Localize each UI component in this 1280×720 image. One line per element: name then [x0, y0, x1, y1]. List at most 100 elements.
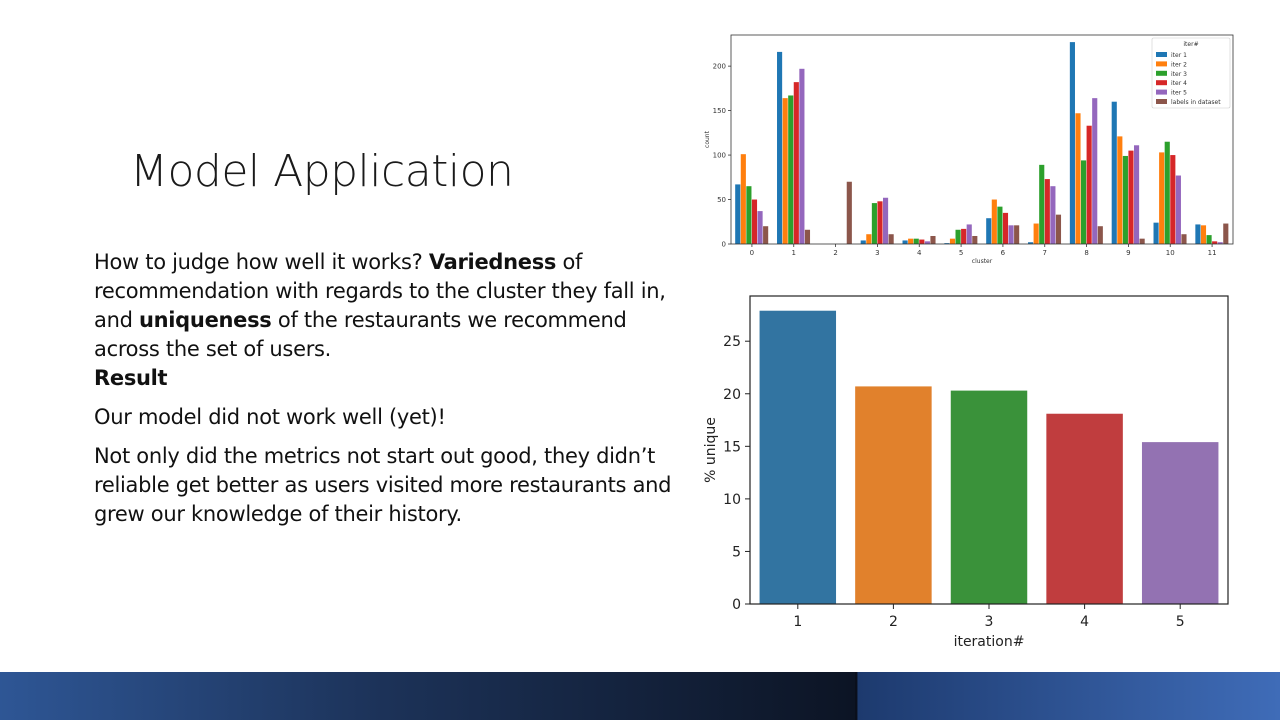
y-tick-label: 0 [722, 241, 726, 249]
bar-labels-in-dataset-cluster-10 [1181, 234, 1187, 244]
x-tick-label: 1 [793, 614, 802, 630]
bar-iter-4-cluster-7 [1044, 179, 1050, 244]
bar-iter-1-cluster-1 [777, 51, 783, 244]
bar-iteration-3 [950, 390, 1028, 604]
slide-title: Model Application [130, 146, 514, 197]
bar-iter-5-cluster-3 [882, 197, 889, 244]
bar-labels-in-dataset-cluster-2 [846, 181, 852, 244]
bar-iter-3-cluster-7 [1039, 164, 1045, 244]
body-text: How to judge how well it works? Variedne… [94, 248, 694, 529]
bar-iter-1-cluster-10 [1153, 222, 1159, 244]
bar-iter-1-cluster-11 [1195, 224, 1201, 244]
x-tick-label: 4 [1080, 614, 1089, 630]
x-tick-label: 10 [1166, 249, 1175, 257]
bar-iter-3-cluster-1 [788, 95, 794, 244]
bar-iter-5-cluster-6 [1008, 225, 1014, 244]
bar-iter-1-cluster-6 [986, 218, 992, 244]
bar-iter-5-cluster-5 [966, 224, 972, 244]
bar-iter-3-cluster-10 [1164, 141, 1170, 244]
y-tick-label: 20 [723, 387, 741, 403]
bar-iter-5-cluster-4 [924, 241, 930, 244]
x-tick-label: 8 [1084, 249, 1088, 257]
bar-iter-3-cluster-4 [913, 238, 919, 244]
legend-label: iter 1 [1171, 52, 1187, 59]
bar-iter-4-cluster-11 [1212, 241, 1218, 244]
bar-iter-4-cluster-5 [961, 228, 967, 244]
bar-iter-2-cluster-0 [740, 154, 746, 244]
legend-swatch [1156, 52, 1167, 57]
bar-iter-2-cluster-4 [908, 238, 914, 244]
bar-labels-in-dataset-cluster-0 [763, 226, 769, 244]
bar-labels-in-dataset-cluster-6 [1014, 225, 1020, 244]
bar-iter-3-cluster-3 [871, 203, 877, 244]
bar-iter-5-cluster-9 [1133, 145, 1140, 244]
y-axis-label: count [704, 130, 711, 148]
bar-iteration-5 [1141, 442, 1219, 604]
x-tick-label: 4 [917, 249, 922, 257]
bar-iter-5-cluster-0 [757, 211, 763, 244]
bar-iter-5-cluster-7 [1050, 186, 1056, 244]
bar-labels-in-dataset-cluster-9 [1139, 238, 1145, 244]
bar-iter-1-cluster-0 [735, 184, 741, 244]
bar-iter-4-cluster-1 [793, 82, 799, 244]
result-heading: Result [94, 364, 694, 393]
bar-labels-in-dataset-cluster-4 [930, 235, 936, 244]
bar-iteration-2 [855, 386, 932, 604]
bar-labels-in-dataset-cluster-8 [1097, 226, 1103, 244]
bar-iter-4-cluster-6 [1002, 212, 1009, 244]
legend-swatch [1156, 61, 1167, 67]
legend-label: iter 5 [1171, 90, 1187, 97]
footer-band [0, 672, 1280, 720]
bar-iter-4-cluster-0 [751, 199, 758, 244]
y-tick-label: 25 [723, 334, 741, 350]
bar-iter-3-cluster-0 [746, 186, 752, 244]
legend-swatch [1156, 89, 1167, 95]
x-tick-label: 5 [959, 249, 963, 257]
legend-label: iter 3 [1171, 71, 1187, 78]
bar-iter-4-cluster-9 [1128, 150, 1134, 244]
bar-iteration-4 [1046, 413, 1123, 604]
bar-iter-4-cluster-3 [877, 201, 883, 244]
bar-iter-2-cluster-3 [866, 234, 872, 244]
legend-label: labels in dataset [1171, 99, 1221, 106]
y-tick-label: 50 [717, 196, 726, 204]
x-tick-label: 2 [833, 249, 837, 257]
legend-swatch [1156, 80, 1167, 86]
paragraph-explanation: Not only did the metrics not start out g… [94, 444, 672, 526]
bar-iter-3-cluster-11 [1206, 235, 1212, 244]
x-tick-label: 6 [1001, 249, 1006, 257]
bar-labels-in-dataset-cluster-11 [1223, 223, 1229, 244]
cluster-count-chart: 0 1 2 3 4 5 6 7 8 9 10 11 0 50 100 150 200 cluster count it… [704, 34, 1234, 265]
legend-label: iter 2 [1171, 61, 1187, 68]
x-tick-label: 1 [792, 249, 796, 257]
y-tick-label: 0 [732, 597, 741, 613]
paragraph-metrics: How to judge how well it works? Variedne… [94, 248, 694, 364]
bar-iteration-1 [759, 310, 837, 604]
uniqueness-term: uniqueness [138, 308, 272, 332]
legend-swatch [1156, 70, 1167, 76]
legend-swatch [1156, 99, 1167, 104]
footer-divider [855, 672, 857, 720]
bar-iter-5-cluster-8 [1092, 98, 1098, 244]
bar-iter-4-cluster-10 [1170, 155, 1176, 244]
bar-iter-2-cluster-7 [1033, 223, 1039, 244]
x-tick-label: 3 [875, 249, 879, 257]
legend-label: iter 4 [1171, 80, 1187, 87]
y-tick-label: 15 [723, 439, 741, 455]
bar-iter-1-cluster-4 [902, 240, 908, 244]
variedness-term: Variedness [428, 250, 557, 274]
bar-iter-3-cluster-9 [1122, 155, 1128, 244]
bar-labels-in-dataset-cluster-3 [888, 234, 894, 244]
y-tick-label: 150 [713, 107, 726, 115]
bar-iter-2-cluster-9 [1117, 136, 1123, 244]
bar-iter-2-cluster-5 [949, 238, 956, 244]
bar-iter-5-cluster-10 [1175, 175, 1181, 244]
x-tick-label: 9 [1126, 249, 1130, 257]
x-tick-label: 5 [1176, 614, 1185, 630]
bar-iter-2-cluster-8 [1075, 113, 1081, 245]
bar-labels-in-dataset-cluster-7 [1055, 214, 1062, 244]
x-axis-label: iteration# [954, 634, 1025, 650]
bar-iter-2-cluster-11 [1200, 225, 1207, 244]
bar-iter-5-cluster-1 [799, 68, 805, 244]
y-tick-label: 5 [732, 544, 741, 560]
